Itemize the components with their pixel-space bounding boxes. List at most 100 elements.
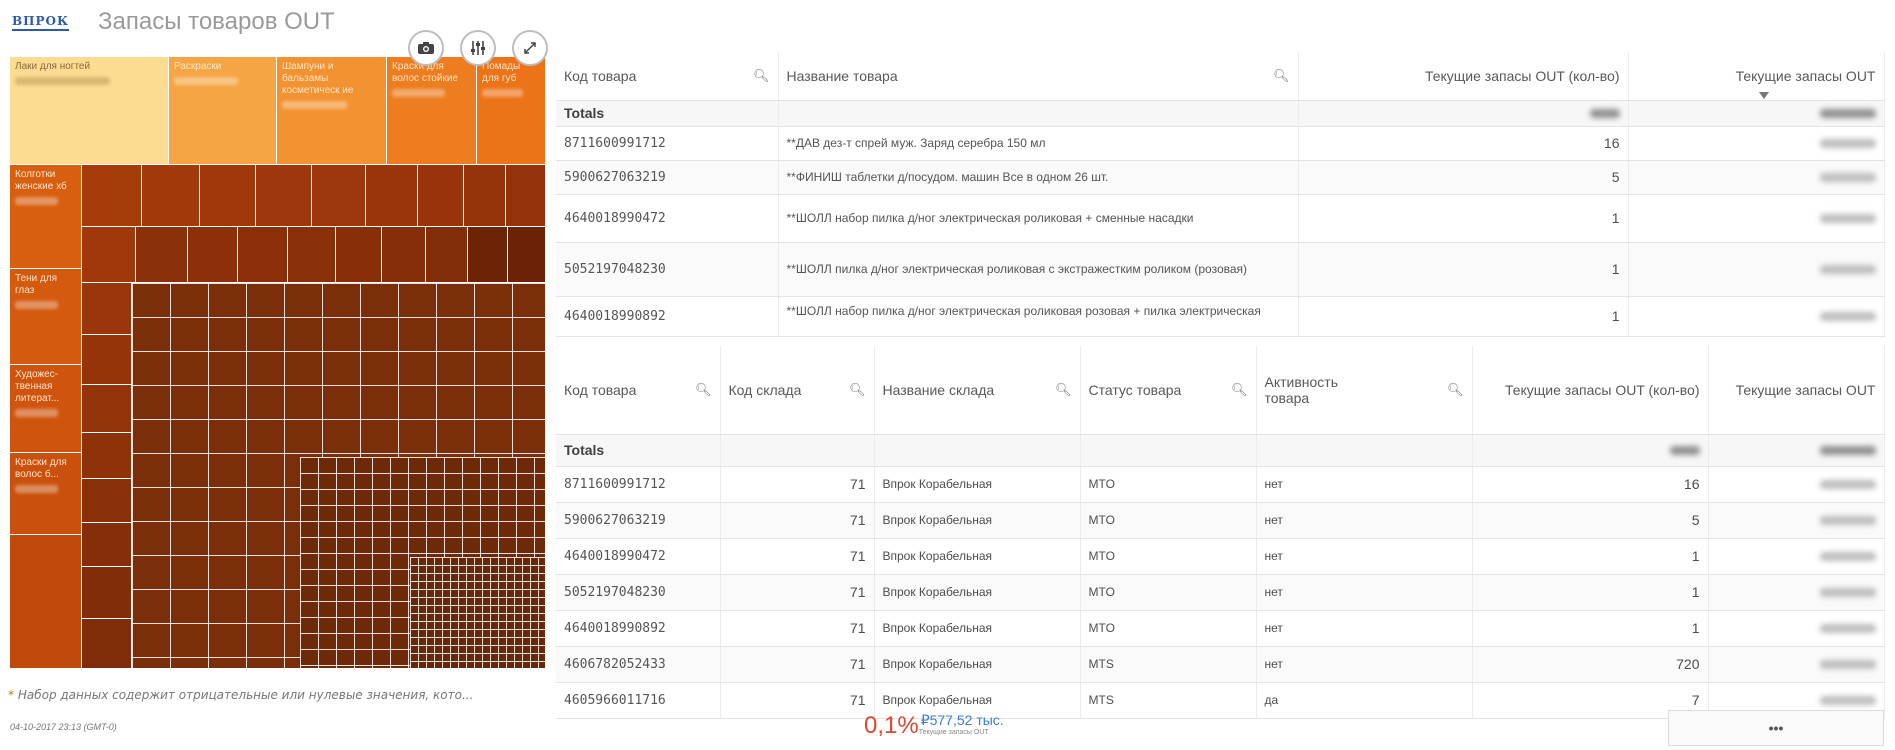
- col-product-code[interactable]: Код товара 🔍︎: [556, 52, 779, 101]
- store-name: Впрок Корабельная: [874, 502, 1081, 539]
- treemap-cell[interactable]: Краски для волос б...: [10, 453, 82, 535]
- treemap-cell[interactable]: [256, 165, 312, 227]
- product-name: **ШОЛЛ пилка д/ног электрическая роликов…: [778, 242, 1299, 297]
- treemap-cell[interactable]: [418, 165, 464, 227]
- treemap-cell[interactable]: [312, 165, 366, 227]
- product-activity: нет: [1256, 538, 1473, 575]
- col-stock-qty[interactable]: Текущие запасы OUT (кол-во): [1472, 346, 1709, 435]
- col-product-status[interactable]: Статус товара 🔍︎: [1080, 346, 1257, 435]
- col-label: Активность товара: [1264, 373, 1339, 406]
- col-store-code[interactable]: Код склада 🔍︎: [720, 346, 875, 435]
- search-icon[interactable]: 🔍︎: [695, 382, 712, 398]
- treemap-cell[interactable]: [508, 227, 546, 283]
- treemap-cell[interactable]: [82, 619, 132, 669]
- treemap-label: Раскраски: [174, 61, 222, 72]
- table-row[interactable]: 4640018990892 71 Впрок Корабельная MTO нет 1: [556, 610, 1885, 647]
- col-label: Название товара: [786, 67, 898, 84]
- more-options-button[interactable]: •••: [1668, 710, 1884, 746]
- treemap-cell[interactable]: [468, 227, 508, 283]
- treemap-cell[interactable]: Художес- твенная литерат...: [10, 365, 82, 453]
- table-row[interactable]: 8711600991712 71 Впрок Корабельная MTO нет 16: [556, 466, 1885, 503]
- timestamp: 04-10-2017 23:13 (GMT-0): [10, 722, 117, 732]
- treemap-cell[interactable]: Колготки женские хб: [10, 165, 82, 269]
- sort-desc-icon[interactable]: [1759, 92, 1769, 99]
- search-icon[interactable]: 🔍︎: [1447, 382, 1464, 398]
- search-icon[interactable]: 🔍︎: [1273, 68, 1290, 84]
- treemap-micro-cells[interactable]: [410, 557, 546, 669]
- treemap-cell[interactable]: [336, 227, 382, 283]
- table-row[interactable]: 5900627063219 **ФИНИШ таблетки д/посудом…: [556, 160, 1885, 195]
- stock-value: [1708, 502, 1885, 539]
- kpi-percent: 0,1%: [864, 712, 919, 739]
- treemap-cell[interactable]: [238, 227, 288, 283]
- expand-button[interactable]: [512, 30, 548, 66]
- treemap-cell[interactable]: [200, 165, 256, 227]
- table-row[interactable]: 5052197048230 71 Впрок Корабельная MTO нет 1: [556, 574, 1885, 611]
- treemap-cell[interactable]: [82, 523, 132, 567]
- stock-value: [1628, 296, 1885, 337]
- stock-value: [1708, 538, 1885, 575]
- col-store-name[interactable]: Название склада 🔍︎: [874, 346, 1081, 435]
- treemap-cell[interactable]: [82, 567, 132, 619]
- treemap-cell[interactable]: [188, 227, 238, 283]
- treemap-cell[interactable]: [142, 165, 200, 227]
- col-stock-qty[interactable]: Текущие запасы OUT (кол-во): [1298, 52, 1629, 101]
- table-row[interactable]: 5900627063219 71 Впрок Корабельная MTO нет 5: [556, 502, 1885, 539]
- col-product-activity[interactable]: Активность товара 🔍︎: [1256, 346, 1473, 435]
- treemap-value: [392, 89, 446, 97]
- treemap-cell[interactable]: [10, 535, 82, 669]
- product-code: 8711600991712: [556, 466, 721, 503]
- search-icon[interactable]: 🔍︎: [753, 68, 770, 84]
- treemap-cell[interactable]: [82, 335, 132, 385]
- treemap-chart[interactable]: Лаки для ногтей Раскраски Шампуни и баль…: [10, 57, 546, 669]
- treemap-cell[interactable]: Раскраски: [169, 57, 277, 165]
- snapshot-button[interactable]: [408, 30, 444, 66]
- product-code: 4640018990472: [556, 194, 779, 243]
- treemap-cell[interactable]: [366, 165, 418, 227]
- col-product-code[interactable]: Код товара 🔍︎: [556, 346, 721, 435]
- col-label: Код товара: [564, 381, 637, 398]
- product-activity: нет: [1256, 466, 1473, 503]
- treemap-cell[interactable]: Тени для глаз: [10, 269, 82, 365]
- table-row[interactable]: 4640018990892 **ШОЛЛ набор пилка д/ног э…: [556, 296, 1885, 337]
- treemap-label: Художес- твенная литерат...: [15, 369, 60, 404]
- treemap-cell[interactable]: [82, 165, 142, 227]
- product-status: MTO: [1080, 466, 1257, 503]
- search-icon[interactable]: 🔍︎: [1231, 382, 1248, 398]
- treemap-cell[interactable]: [82, 385, 132, 433]
- store-code: 71: [720, 502, 875, 539]
- stock-value: [1708, 466, 1885, 503]
- treemap-cell[interactable]: [82, 479, 132, 523]
- table-row[interactable]: 8711600991712 **ДАВ дез-т спрей муж. Зар…: [556, 126, 1885, 161]
- treemap-cell[interactable]: [136, 227, 188, 283]
- search-icon[interactable]: 🔍︎: [849, 382, 866, 398]
- col-stock-value[interactable]: Текущие запасы OUT: [1628, 52, 1885, 101]
- search-icon[interactable]: 🔍︎: [1055, 382, 1072, 398]
- treemap-cell[interactable]: [82, 433, 132, 479]
- table-row[interactable]: 4640018990472 71 Впрок Корабельная MTO нет 1: [556, 538, 1885, 575]
- treemap-cell[interactable]: [82, 227, 136, 283]
- table-row[interactable]: 4606782052433 71 Впрок Корабельная MTS нет 72…: [556, 646, 1885, 683]
- treemap-cell[interactable]: [426, 227, 468, 283]
- treemap-cell[interactable]: Краски для волос стойкие: [387, 57, 477, 165]
- table-row[interactable]: 4640018990472 **ШОЛЛ набор пилка д/ног э…: [556, 194, 1885, 243]
- treemap-cell[interactable]: Лаки для ногтей: [10, 57, 169, 165]
- store-code: 71: [720, 646, 875, 683]
- product-code: 8711600991712: [556, 126, 779, 161]
- treemap-cell[interactable]: [82, 283, 132, 335]
- product-status: MTO: [1080, 502, 1257, 539]
- table-row[interactable]: 5052197048230 **ШОЛЛ пилка д/ног электри…: [556, 242, 1885, 297]
- table-header-row: Код товара 🔍︎ Название товара 🔍︎ Текущие з…: [556, 52, 1885, 101]
- treemap-cell[interactable]: [506, 165, 546, 227]
- settings-button[interactable]: [460, 30, 496, 66]
- treemap-cell[interactable]: Шампуни и бальзамы косметическ ие: [277, 57, 387, 165]
- col-stock-value[interactable]: Текущие запасы OUT: [1708, 346, 1885, 435]
- stock-qty: 1: [1472, 538, 1709, 575]
- treemap-cell[interactable]: [382, 227, 426, 283]
- treemap-cell[interactable]: [288, 227, 336, 283]
- col-product-name[interactable]: Название товара 🔍︎: [778, 52, 1299, 101]
- treemap-cell[interactable]: [464, 165, 506, 227]
- treemap-cell[interactable]: Помады для губ: [477, 57, 546, 165]
- store-code: 71: [720, 682, 875, 719]
- store-name: Впрок Корабельная: [874, 610, 1081, 647]
